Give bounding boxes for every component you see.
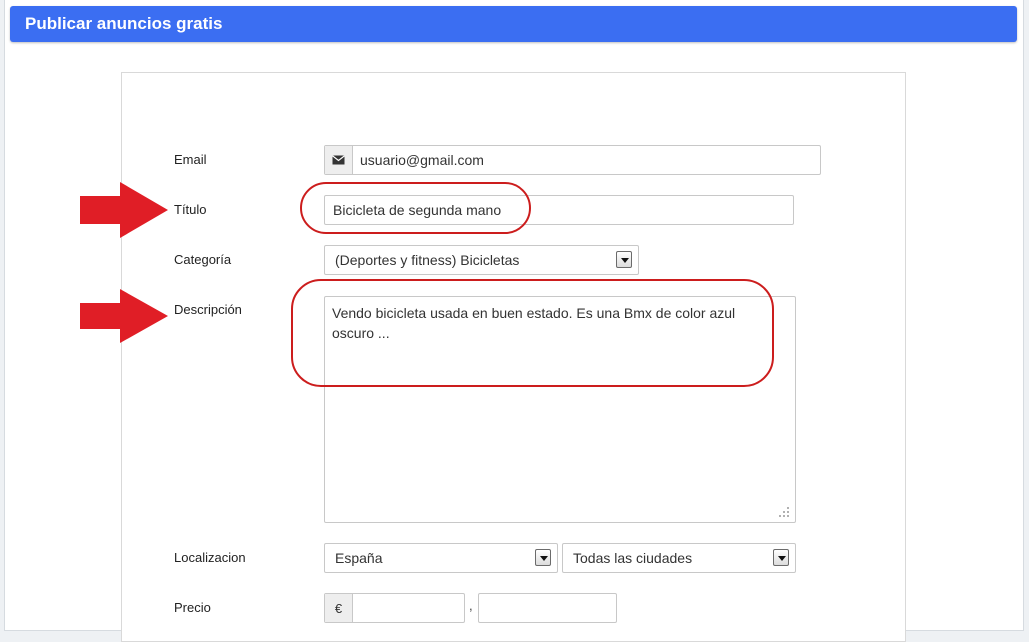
euro-icon: € <box>325 594 353 622</box>
categoria-select[interactable]: (Deportes y fitness) Bicicletas <box>324 245 639 275</box>
ciudad-select[interactable]: Todas las ciudades <box>562 543 796 573</box>
precio-label: Precio <box>174 600 211 615</box>
precio-decimales-input[interactable] <box>478 593 617 623</box>
categoria-selected: (Deportes y fitness) Bicicletas <box>335 252 520 268</box>
email-value: usuario@gmail.com <box>360 152 484 168</box>
pais-selected: España <box>335 550 383 566</box>
decimal-separator: , <box>469 598 473 613</box>
page-title: Publicar anuncios gratis <box>25 14 223 33</box>
ciudad-selected: Todas las ciudades <box>573 550 693 566</box>
categoria-label: Categoría <box>174 252 232 267</box>
red-arrow-icon <box>80 289 168 343</box>
chevron-down-icon[interactable] <box>773 549 789 566</box>
titulo-label: Título <box>174 202 207 217</box>
red-arrow-icon <box>80 182 168 238</box>
envelope-icon <box>325 146 353 174</box>
annotation-oval-descripcion <box>291 279 774 387</box>
descripcion-label: Descripción <box>174 302 242 317</box>
chevron-down-icon[interactable] <box>616 251 632 268</box>
email-field[interactable]: usuario@gmail.com <box>324 145 821 175</box>
page-header: Publicar anuncios gratis <box>10 6 1017 42</box>
resize-grip-icon[interactable] <box>778 506 790 518</box>
precio-entero-input[interactable]: € <box>324 593 465 623</box>
localizacion-label: Localizacion <box>174 550 246 565</box>
annotation-oval-titulo <box>300 182 531 234</box>
pais-select[interactable]: España <box>324 543 558 573</box>
email-label: Email <box>174 152 207 167</box>
chevron-down-icon[interactable] <box>535 549 551 566</box>
